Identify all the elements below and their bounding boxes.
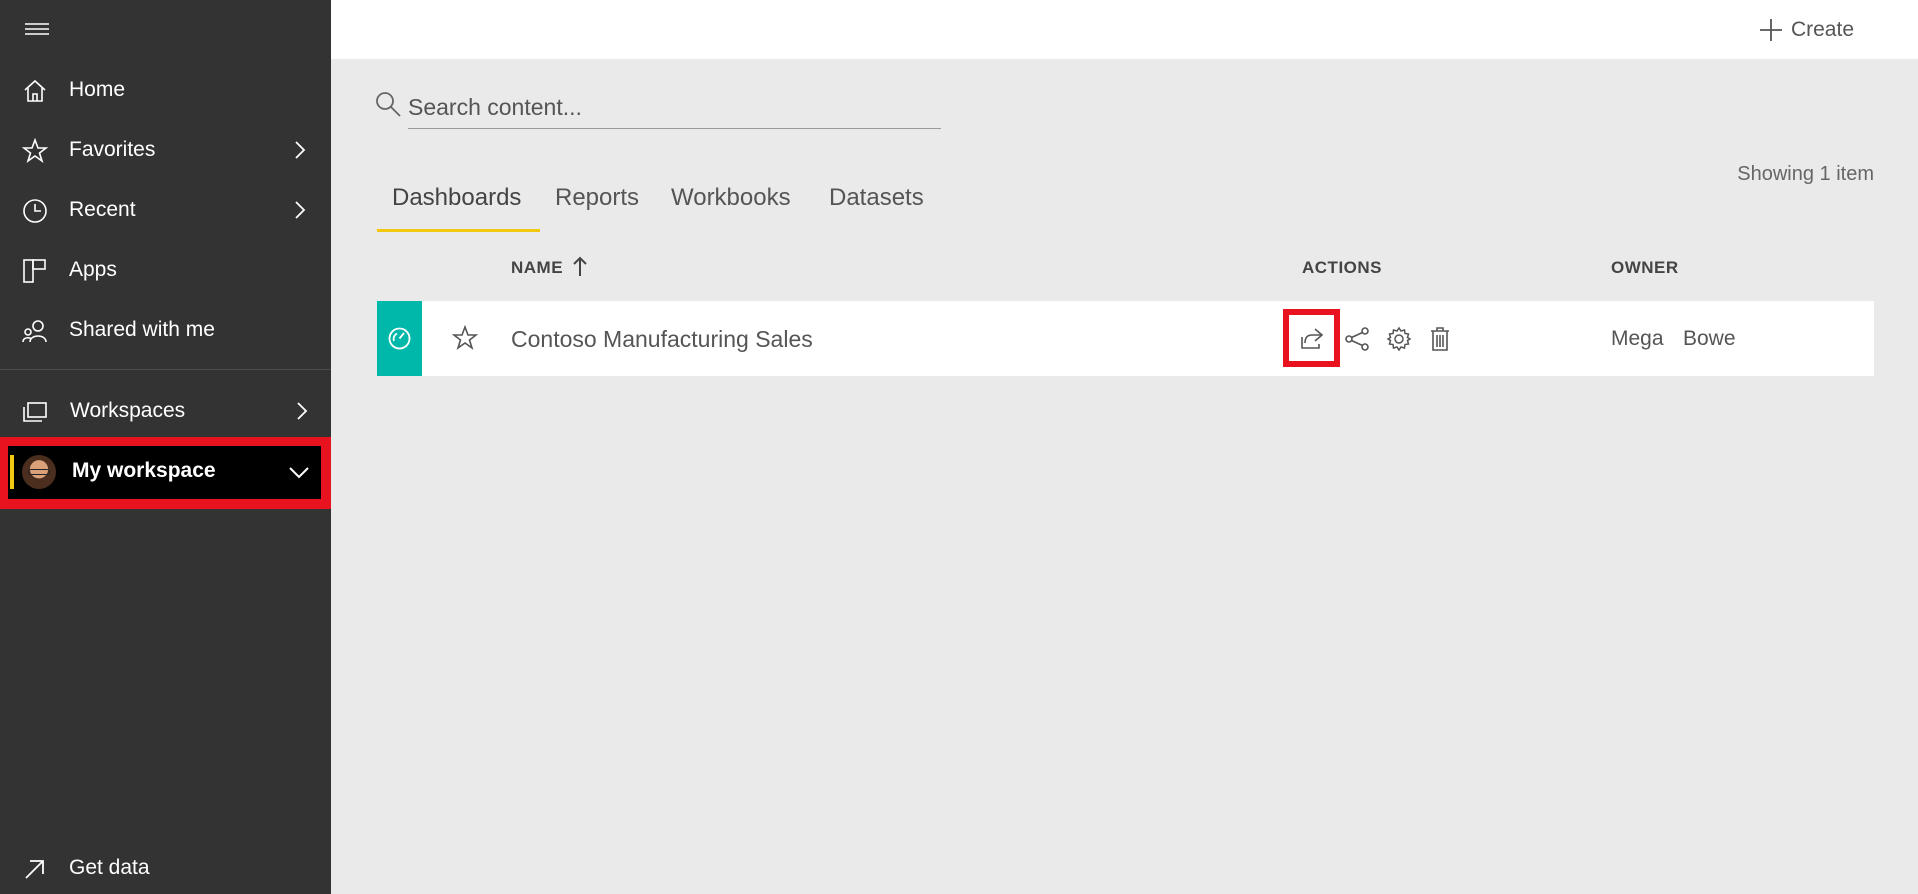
- tab-dashboards[interactable]: Dashboards: [377, 180, 540, 232]
- nav-label-workspaces: Workspaces: [70, 399, 186, 422]
- tab-workbooks[interactable]: Workbooks: [656, 180, 806, 232]
- settings-gear-icon[interactable]: [1386, 326, 1412, 352]
- chevron-right-icon[interactable]: [290, 140, 310, 160]
- delete-trash-icon[interactable]: [1427, 326, 1453, 352]
- owner-first-name: Mega: [1611, 327, 1664, 350]
- nav-divider: [0, 369, 331, 370]
- sort-ascending-icon[interactable]: [572, 256, 588, 278]
- active-indicator: [10, 455, 14, 489]
- plus-icon: [1759, 19, 1782, 41]
- nav-item-get-data[interactable]: Get data: [0, 843, 331, 893]
- column-header-actions: ACTIONS: [1302, 258, 1382, 277]
- tab-reports[interactable]: Reports: [540, 180, 654, 232]
- nav-item-workspaces[interactable]: Workspaces: [0, 386, 331, 436]
- search-input[interactable]: [408, 86, 941, 129]
- column-header-name[interactable]: NAME: [511, 258, 563, 278]
- item-count: Showing 1 item: [1737, 163, 1874, 185]
- share-icon: [1301, 328, 1324, 349]
- dashboard-gauge-icon: [388, 327, 411, 350]
- hamburger-menu-icon[interactable]: [24, 20, 50, 38]
- search-icon: [374, 90, 402, 118]
- nav-label-home: Home: [69, 78, 126, 101]
- owner-last-name: Bowe: [1683, 327, 1736, 350]
- nav-label-apps: Apps: [69, 258, 117, 281]
- share-network-icon[interactable]: [1344, 326, 1370, 352]
- dashboard-tile: [377, 301, 422, 376]
- nav-label-favorites: Favorites: [69, 138, 156, 161]
- my-workspace-label: My workspace: [72, 459, 216, 482]
- nav-item-favorites[interactable]: Favorites: [0, 125, 331, 175]
- star-icon: [21, 137, 49, 164]
- create-button[interactable]: Create: [1759, 16, 1854, 44]
- chevron-right-icon[interactable]: [290, 200, 310, 220]
- nav-label-shared: Shared with me: [69, 318, 215, 341]
- nav-item-apps[interactable]: Apps: [0, 245, 331, 295]
- share-button[interactable]: [1289, 315, 1334, 361]
- nav-item-home[interactable]: Home: [0, 65, 331, 115]
- avatar: [22, 455, 56, 489]
- workspaces-icon: [22, 399, 48, 425]
- nav-item-my-workspace[interactable]: My workspace: [8, 446, 321, 499]
- nav-label-recent: Recent: [69, 198, 136, 221]
- nav-label-get-data: Get data: [69, 856, 150, 879]
- chevron-down-icon[interactable]: [288, 461, 310, 483]
- column-header-owner[interactable]: OWNER: [1611, 258, 1679, 278]
- tab-datasets[interactable]: Datasets: [814, 180, 939, 232]
- nav-item-recent[interactable]: Recent: [0, 185, 331, 235]
- create-label: Create: [1790, 18, 1854, 41]
- left-nav: Home Favorites Recent Apps Shared with m…: [0, 0, 331, 894]
- home-icon: [22, 78, 48, 104]
- shared-icon: [22, 318, 48, 344]
- apps-icon: [22, 258, 48, 284]
- search-box: [374, 86, 941, 130]
- top-bar: Create: [331, 0, 1918, 59]
- clock-icon: [22, 198, 48, 224]
- chevron-right-icon[interactable]: [292, 401, 312, 421]
- arrow-up-right-icon: [22, 856, 48, 882]
- favorite-star-icon[interactable]: [451, 324, 479, 351]
- dashboard-name-link[interactable]: Contoso Manufacturing Sales: [511, 326, 813, 353]
- nav-item-shared-with-me[interactable]: Shared with me: [0, 305, 331, 355]
